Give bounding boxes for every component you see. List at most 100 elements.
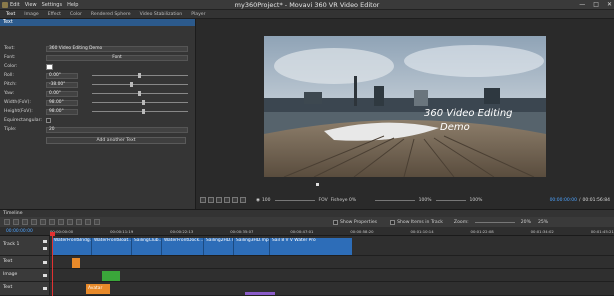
text-clip[interactable]: Avatar [86,284,110,294]
track-visibility-icon[interactable] [43,240,47,243]
snap-icon[interactable] [85,219,91,225]
track-header[interactable]: Text [0,282,50,295]
width-slider-knob[interactable] [142,100,145,105]
yaw-slider[interactable] [92,91,188,96]
rewind-button[interactable] [208,197,214,203]
prev-button[interactable] [200,197,206,203]
tab-video-stabilization[interactable]: Video Stabilization [140,12,183,17]
video-clip[interactable]: WaterFrontBridg... [52,238,92,255]
zoom-slider[interactable] [435,199,466,201]
volume-slider[interactable] [274,199,315,201]
close-button[interactable]: ✕ [607,1,612,8]
undo-icon[interactable] [49,219,55,225]
pitch-slider[interactable] [92,82,188,87]
video-clip[interactable]: Sailing3HD.mp4 [234,238,270,255]
video-clip[interactable]: SailingClub... [132,238,162,255]
add-track-icon[interactable] [4,219,10,225]
cut-icon[interactable] [22,219,28,225]
width-input[interactable]: 98.00° [46,99,78,106]
seek-marker[interactable] [316,183,319,186]
playhead[interactable] [52,236,53,296]
forward-button[interactable] [224,197,230,203]
height-slider[interactable] [92,109,188,114]
playhead-handle[interactable] [50,232,55,236]
menu-help[interactable]: Help [67,2,78,8]
tab-player[interactable]: Player [191,12,205,17]
text-input[interactable]: 360 Video Editing Demo [46,45,188,52]
preview-area: 360 Video Editing Demo ◉ 100 FOV Fisheye… [196,19,614,209]
track-visibility-icon[interactable] [43,274,47,277]
pitch-input[interactable]: -38.00° [46,81,78,88]
split-icon[interactable] [67,219,73,225]
text-label: Text: [4,46,15,51]
effect-clip[interactable] [245,292,275,295]
fov-slider[interactable] [374,199,415,201]
width-slider[interactable] [92,100,188,105]
roll-slider-knob[interactable] [138,73,141,78]
video-clip[interactable]: WaterFrontDock... [162,238,204,255]
color-label: Color: [4,64,18,69]
track-visibility-icon[interactable] [43,287,47,290]
pitch-slider-knob[interactable] [130,82,133,87]
tiple-select[interactable]: 20 [46,126,188,133]
font-button[interactable]: Font [46,54,188,61]
video-clip[interactable]: Sail 8 V V Water Pro [270,238,352,255]
maximize-button[interactable]: □ [593,1,599,8]
app-icon [2,2,8,8]
track-header[interactable]: Track 1 [0,236,50,255]
track-lock-icon[interactable] [43,247,47,250]
video-preview[interactable]: 360 Video Editing Demo [264,36,546,177]
height-row: Height(FoV): 98.00° [2,108,192,115]
tab-rendered-sphere[interactable]: Rendered Sphere [91,12,131,17]
marker-icon[interactable] [94,219,100,225]
zoom-select-1[interactable]: 100% [419,198,432,203]
delete-icon[interactable] [76,219,82,225]
copy-icon[interactable] [31,219,37,225]
track-header[interactable]: Image [0,269,50,281]
paste-icon[interactable] [40,219,46,225]
text-row: Text: 360 Video Editing Demo [2,45,192,52]
roll-slider[interactable] [92,73,188,78]
show-items-label: Show Items in Track [397,219,443,225]
total-time: 00:01:56:84 [582,197,610,203]
yaw-slider-knob[interactable] [138,91,141,96]
fov-select[interactable]: Fisheye 0% [331,198,371,203]
show-properties-checkbox[interactable] [333,219,338,225]
height-input[interactable]: 98.00° [46,108,78,115]
yaw-input[interactable]: 0.00° [46,90,78,97]
menu-edit[interactable]: Edit [10,2,20,8]
menu-view[interactable]: View [25,2,37,8]
play-button[interactable] [216,197,222,203]
timeline-zoom-slider[interactable] [474,221,515,223]
redo-icon[interactable] [58,219,64,225]
equirect-checkbox[interactable] [46,118,51,123]
tab-color[interactable]: Color [70,12,82,17]
volume-icon[interactable]: ◉ [256,198,260,203]
next-button[interactable] [232,197,238,203]
ruler-ticks: 00:00:00:00 00:00:11:19 00:00:22:13 00:0… [50,227,614,236]
ruler-tick: 00:00:22:13 [170,229,194,234]
text-clip[interactable] [72,258,80,268]
track-row: Image [0,269,614,282]
image-clip[interactable] [102,271,120,281]
video-clip[interactable]: WaterFrontBoat... [92,238,132,255]
track-row: Text Avatar [0,282,614,296]
zoom-select-2[interactable]: 100% [470,198,483,203]
color-swatch[interactable] [46,63,53,70]
stop-button[interactable] [240,197,246,203]
video-clip[interactable]: Sailing2HD.m... [204,238,234,255]
remove-track-icon[interactable] [13,219,19,225]
show-items-checkbox[interactable] [390,219,396,225]
roll-input[interactable]: 0.00° [46,72,78,79]
tab-text[interactable]: Text [6,12,15,17]
video-clips: WaterFrontBridg... WaterFrontBoat... Sai… [52,238,352,255]
timeline-ruler[interactable]: 00:00:00:00 00:00:00:00 00:00:11:19 00:0… [0,227,614,236]
menu-settings[interactable]: Settings [42,2,63,8]
minimize-button[interactable]: — [579,1,585,8]
track-visibility-icon[interactable] [43,261,47,264]
tab-effect[interactable]: Effect [48,12,61,17]
height-slider-knob[interactable] [142,109,145,114]
add-another-text-button[interactable]: Add another Text [46,137,186,144]
track-header[interactable]: Text [0,256,50,268]
tab-image[interactable]: Image [24,12,38,17]
